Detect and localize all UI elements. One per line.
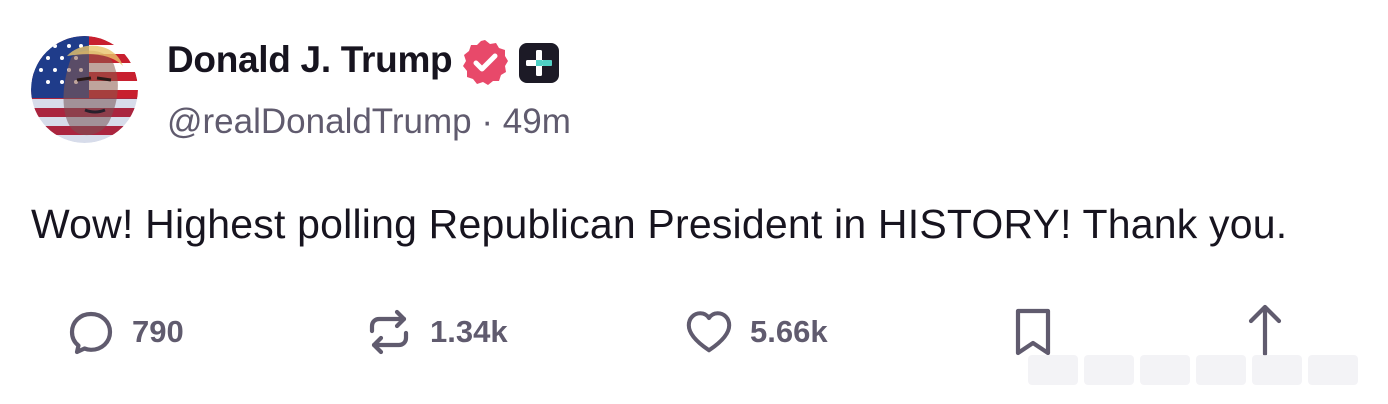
watermark-strip — [1028, 350, 1358, 390]
heart-icon — [684, 307, 734, 357]
watermark-block — [1140, 355, 1190, 385]
meta-separator: · — [481, 102, 494, 141]
author-handle[interactable]: @realDonaldTrump — [167, 102, 472, 141]
flag-portrait-avatar — [31, 36, 138, 143]
post-text: Wow! Highest polling Republican Presiden… — [31, 201, 1288, 247]
bookmark-button[interactable] — [1008, 308, 1058, 356]
reply-button[interactable]: 790 — [66, 308, 184, 356]
watermark-block — [1028, 355, 1078, 385]
like-count: 5.66k — [750, 314, 828, 349]
repost-count: 1.34k — [430, 314, 508, 349]
watermark-block — [1084, 355, 1134, 385]
share-button[interactable] — [1240, 304, 1290, 357]
verified-check-icon — [460, 38, 510, 88]
post-time[interactable]: 49m — [503, 102, 571, 141]
avatar[interactable] — [31, 36, 138, 143]
display-name[interactable]: Donald J. Trump — [167, 38, 453, 82]
watermark-block — [1196, 355, 1246, 385]
repost-button[interactable]: 1.34k — [364, 308, 508, 356]
plus-badge-icon — [518, 42, 560, 84]
repost-arrows-icon — [364, 307, 414, 357]
reply-bubble-icon — [66, 307, 116, 357]
watermark-block — [1308, 355, 1358, 385]
reply-count: 790 — [132, 314, 184, 349]
like-button[interactable]: 5.66k — [684, 308, 828, 356]
watermark-block — [1252, 355, 1302, 385]
post-meta: @realDonaldTrump · 49m — [167, 101, 571, 143]
